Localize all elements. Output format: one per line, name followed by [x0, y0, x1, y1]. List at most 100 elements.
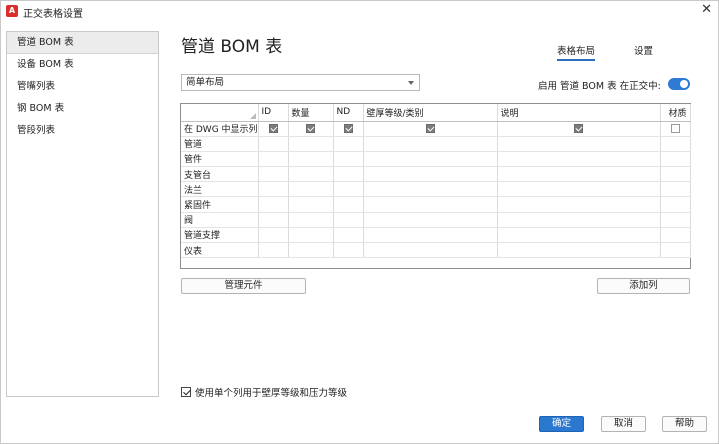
grid-cell[interactable]: [497, 196, 661, 213]
row-header: 在 DWG 中显示列: [181, 121, 259, 137]
show-column-checkbox[interactable]: [306, 123, 315, 133]
show-column-checkbox[interactable]: [670, 123, 680, 133]
grid-cell[interactable]: [258, 166, 289, 183]
ok-button[interactable]: 确定: [539, 416, 584, 432]
grid-cell[interactable]: [363, 136, 498, 152]
table-row: 仪表: [181, 242, 691, 259]
row-header: 管道: [181, 136, 259, 152]
cancel-button[interactable]: 取消: [601, 416, 646, 432]
show-column-checkbox[interactable]: [574, 123, 583, 133]
grid-cell[interactable]: [258, 227, 289, 244]
grid-cell[interactable]: [288, 136, 334, 152]
grid-cell[interactable]: [333, 151, 364, 168]
grid-cell[interactable]: [288, 151, 334, 168]
add-column-button[interactable]: 添加列: [597, 278, 690, 294]
grid-cell[interactable]: [497, 242, 661, 259]
sidebar-item-equipment-bom[interactable]: 设备 BOM 表: [7, 54, 158, 76]
layout-select[interactable]: 简单布局: [181, 74, 420, 91]
grid-cell[interactable]: [258, 242, 289, 259]
grid-cell[interactable]: [288, 166, 334, 183]
grid-cell[interactable]: [333, 212, 364, 228]
column-header[interactable]: 数量: [288, 104, 334, 122]
page-title: 管道 BOM 表: [181, 37, 283, 57]
sidebar-item-piping-bom[interactable]: 管道 BOM 表: [7, 32, 158, 54]
grid-cell[interactable]: [497, 166, 661, 183]
grid-cell[interactable]: [333, 166, 364, 183]
show-column-checkbox[interactable]: [425, 123, 435, 133]
grid-cell[interactable]: [258, 212, 289, 228]
grid-cell[interactable]: [288, 121, 334, 137]
grid-cell[interactable]: [363, 151, 498, 168]
grid-cell[interactable]: [333, 121, 364, 137]
column-header[interactable]: 材质: [660, 104, 691, 122]
grid-cell[interactable]: [660, 181, 691, 198]
grid-cell[interactable]: [363, 181, 498, 198]
row-header: 管道支撑: [181, 227, 259, 244]
grid-cell[interactable]: [660, 136, 691, 152]
grid-cell[interactable]: [660, 242, 691, 259]
grid-cell[interactable]: [258, 196, 289, 213]
single-column-checkbox[interactable]: [181, 387, 191, 397]
grid-cell[interactable]: [333, 181, 364, 198]
grid-cell[interactable]: [497, 151, 661, 168]
grid-cell[interactable]: [288, 242, 334, 259]
row-header: 管件: [181, 151, 259, 168]
grid-cell[interactable]: [258, 151, 289, 168]
grid-cell[interactable]: [363, 196, 498, 213]
grid-cell[interactable]: [333, 196, 364, 213]
chevron-down-icon: [408, 81, 414, 85]
table-row: 管道: [181, 136, 691, 152]
grid-cell[interactable]: [288, 196, 334, 213]
grid-cell[interactable]: [333, 242, 364, 259]
header-row: ID 数量 ND 壁厚等级/类别 说明 材质: [181, 104, 691, 122]
grid-cell[interactable]: [363, 227, 498, 244]
manage-components-button[interactable]: 管理元件: [181, 278, 306, 294]
grid-cell[interactable]: [660, 121, 691, 137]
column-header[interactable]: ND: [333, 104, 364, 122]
column-header[interactable]: ID: [258, 104, 289, 122]
grid-cell[interactable]: [363, 212, 498, 228]
show-column-checkbox[interactable]: [343, 123, 353, 133]
grid-cell[interactable]: [258, 121, 289, 137]
help-button[interactable]: 帮助: [662, 416, 707, 432]
grid-cell[interactable]: [497, 121, 661, 137]
grid-cell[interactable]: [333, 227, 364, 244]
table-row: 在 DWG 中显示列: [181, 121, 691, 137]
close-icon[interactable]: ✕: [701, 3, 712, 17]
enable-in-ortho-toggle[interactable]: [668, 78, 690, 90]
sidebar-item-nozzle-list[interactable]: 管嘴列表: [7, 76, 158, 98]
grid-cell[interactable]: [660, 227, 691, 244]
grid-cell[interactable]: [497, 136, 661, 152]
grid-cell[interactable]: [288, 227, 334, 244]
grid-cell[interactable]: [660, 196, 691, 213]
grid-cell[interactable]: [660, 212, 691, 228]
column-header[interactable]: 说明: [497, 104, 661, 122]
toggle-knob: [680, 80, 688, 88]
grid-cell[interactable]: [497, 212, 661, 228]
column-layout-grid: ID 数量 ND 壁厚等级/类别 说明 材质 在 DWG 中显示列 管道 管件 …: [180, 103, 691, 269]
grid-cell[interactable]: [258, 136, 289, 152]
grid-cell[interactable]: [363, 166, 498, 183]
grid-cell[interactable]: [258, 181, 289, 198]
row-header: 法兰: [181, 181, 259, 198]
sidebar-item-steel-bom[interactable]: 钢 BOM 表: [7, 98, 158, 120]
grid-cell[interactable]: [333, 136, 364, 152]
column-header[interactable]: 壁厚等级/类别: [363, 104, 498, 122]
grid-cell[interactable]: [288, 181, 334, 198]
grid-corner-cell[interactable]: [181, 104, 259, 122]
sidebar-item-segment-list[interactable]: 管段列表: [7, 120, 158, 142]
grid-cell[interactable]: [288, 212, 334, 228]
grid-cell[interactable]: [497, 227, 661, 244]
grid-cell[interactable]: [660, 166, 691, 183]
grid-cell[interactable]: [363, 242, 498, 259]
grid-cell[interactable]: [660, 151, 691, 168]
single-column-option[interactable]: 使用单个列用于壁厚等级和压力等级: [181, 385, 347, 399]
grid-cell[interactable]: [363, 121, 498, 137]
tab-table-layout[interactable]: 表格布局: [557, 43, 596, 61]
tab-settings[interactable]: 设置: [634, 43, 653, 57]
window-title: 正交表格设置: [23, 9, 83, 20]
grid-cell[interactable]: [497, 181, 661, 198]
row-header: 阀: [181, 212, 259, 228]
show-column-checkbox[interactable]: [268, 123, 278, 133]
single-column-label: 使用单个列用于壁厚等级和压力等级: [195, 388, 348, 399]
